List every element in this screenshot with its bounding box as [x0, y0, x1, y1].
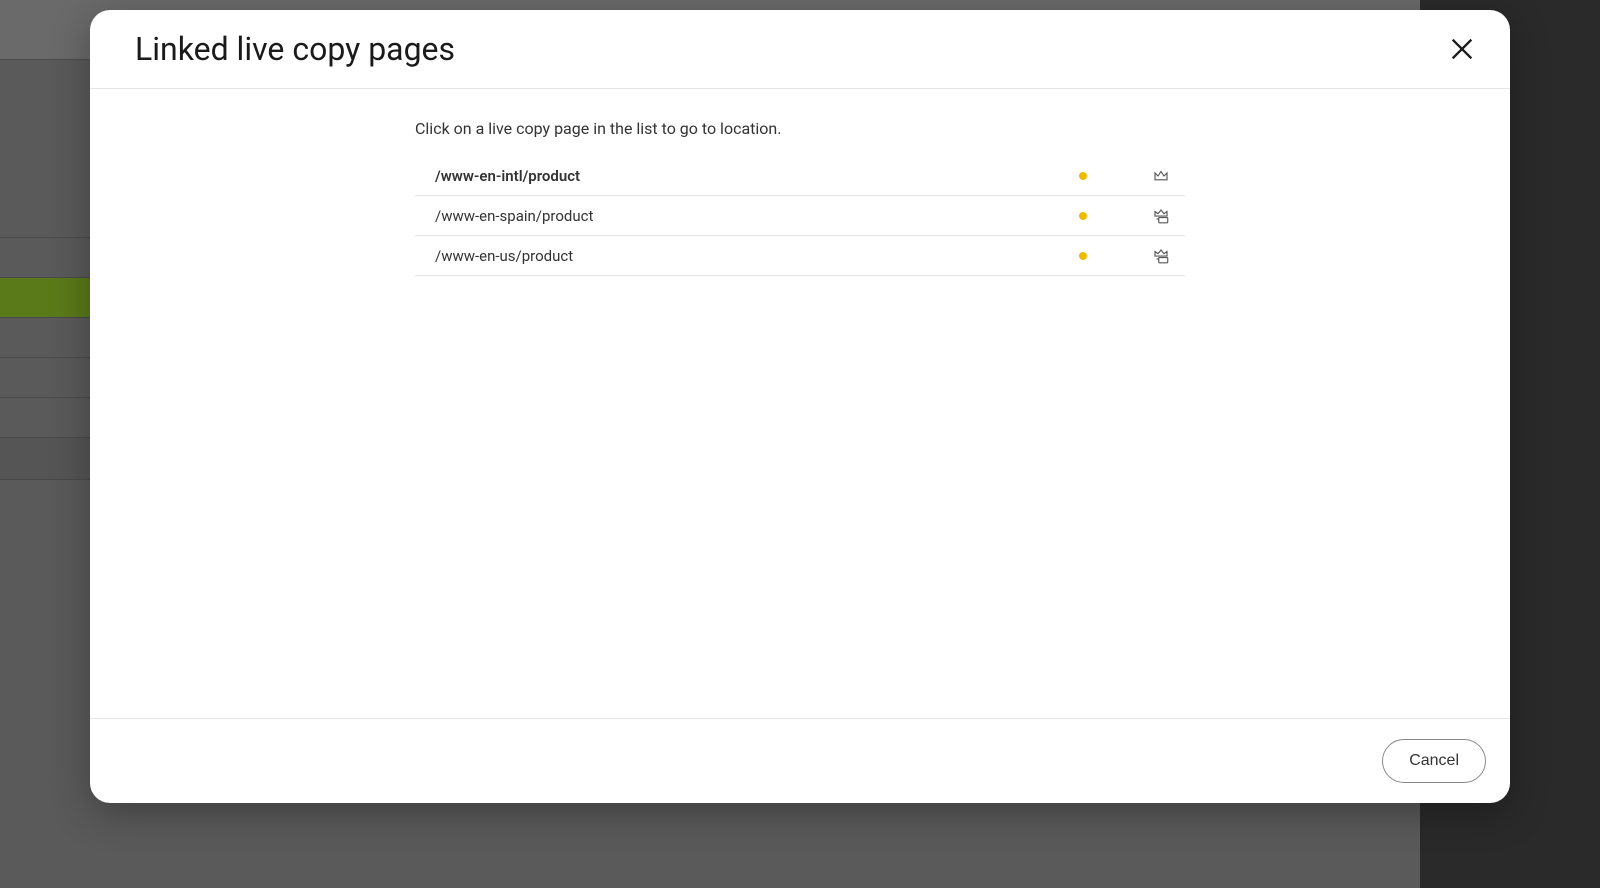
instruction-text: Click on a live copy page in the list to… — [415, 119, 1185, 138]
modal-overlay: Linked live copy pages Click on a live c… — [0, 0, 1600, 888]
linked-copy-icon — [1152, 247, 1170, 265]
close-icon — [1448, 35, 1476, 63]
page-row[interactable]: /www-en-spain/product — [415, 196, 1185, 236]
status-dot-icon — [1079, 172, 1087, 180]
page-path: /www-en-spain/product — [435, 207, 1079, 225]
modal-body: Click on a live copy page in the list to… — [90, 89, 1510, 718]
status-dot-icon — [1079, 252, 1087, 260]
page-row[interactable]: /www-en-us/product — [415, 236, 1185, 276]
page-path: /www-en-us/product — [435, 247, 1079, 265]
crown-icon — [1152, 167, 1170, 185]
modal-header: Linked live copy pages — [90, 10, 1510, 89]
modal-dialog: Linked live copy pages Click on a live c… — [90, 10, 1510, 803]
linked-copy-icon — [1152, 207, 1170, 225]
page-path: /www-en-intl/product — [435, 167, 1079, 185]
content-area: Click on a live copy page in the list to… — [415, 119, 1185, 718]
modal-footer: Cancel — [90, 718, 1510, 803]
page-list: /www-en-intl/product /www-en-spain/produ… — [415, 156, 1185, 276]
status-dot-icon — [1079, 212, 1087, 220]
modal-title: Linked live copy pages — [135, 30, 455, 68]
cancel-button[interactable]: Cancel — [1382, 739, 1486, 783]
close-button[interactable] — [1444, 31, 1480, 67]
page-row[interactable]: /www-en-intl/product — [415, 156, 1185, 196]
